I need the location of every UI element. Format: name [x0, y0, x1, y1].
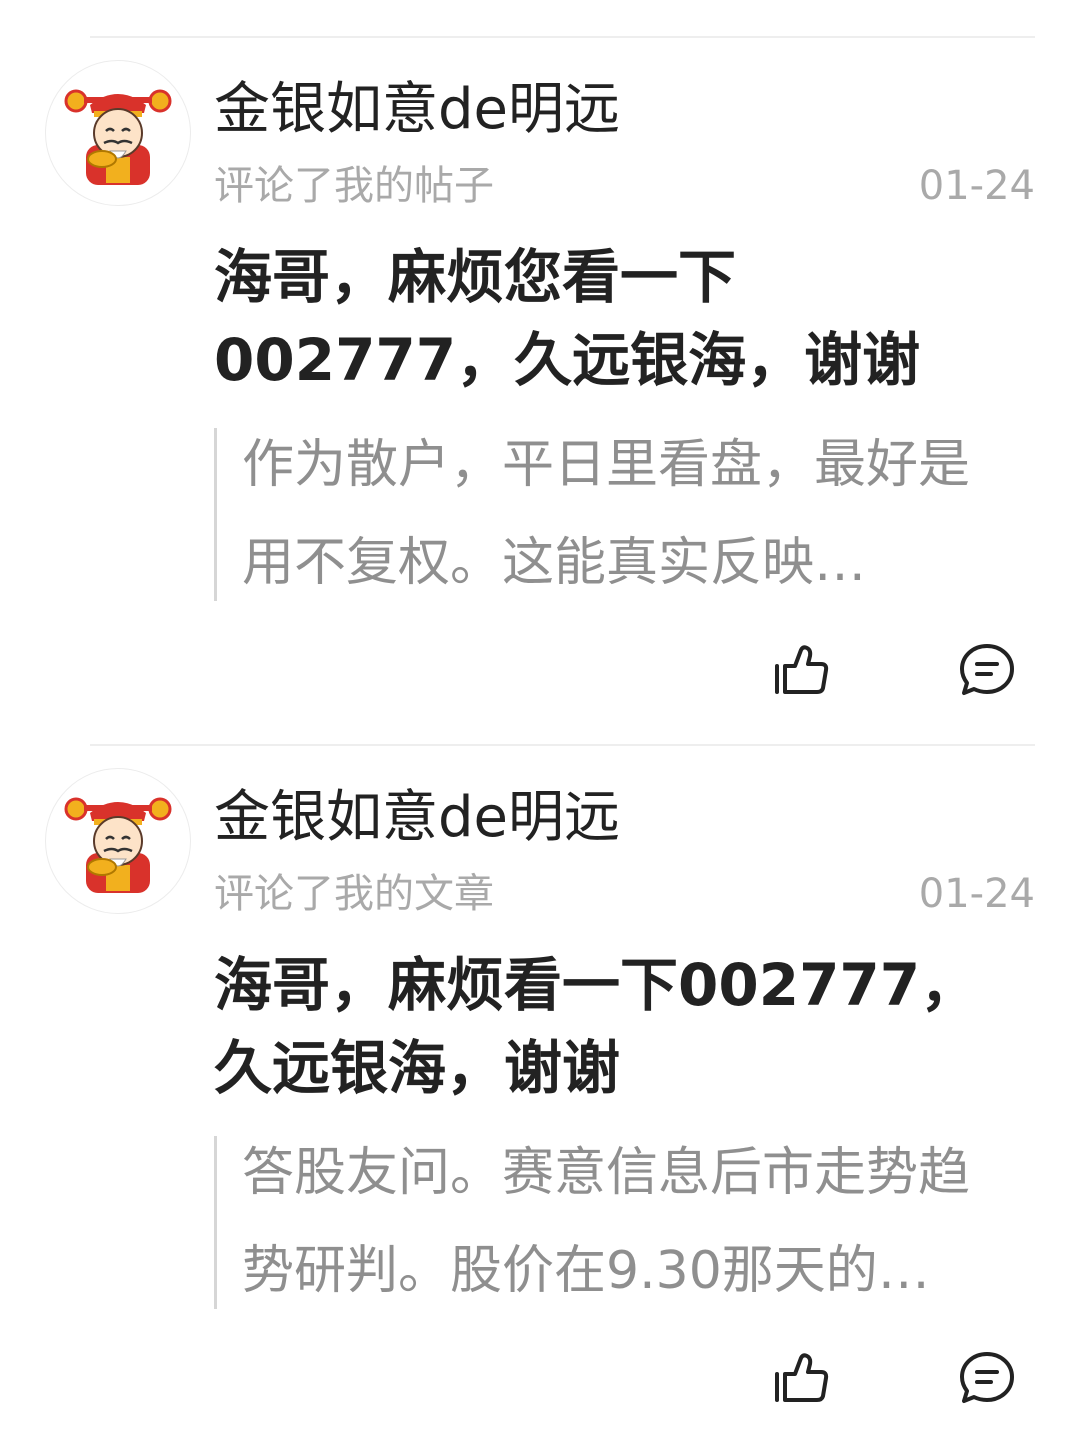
quoted-post-text: 作为散户，平日里看盘，最好是用不复权。这能真实反映…: [242, 435, 971, 593]
avatar[interactable]: [45, 60, 191, 206]
divider: [90, 36, 1035, 38]
notification-action: 评论了我的帖子: [214, 163, 494, 209]
divider: [90, 744, 1035, 746]
thumbs-up-icon: [775, 1353, 829, 1402]
comment-bubble-icon: [960, 644, 1014, 695]
notification-card[interactable]: 金银如意de明远 评论了我的帖子 01-24 海哥，麻烦您看一下002777，久…: [0, 36, 1080, 744]
notification-action: 评论了我的文章: [214, 871, 494, 917]
comment-text[interactable]: 海哥，麻烦您看一下002777，久远银海，谢谢: [214, 236, 994, 402]
author-name[interactable]: 金银如意de明远: [214, 778, 620, 858]
notification-date: 01-24: [918, 871, 1035, 917]
avatar[interactable]: [45, 768, 191, 914]
like-button[interactable]: [771, 1348, 831, 1408]
god-of-wealth-avatar-icon: [64, 797, 172, 893]
notification-date: 01-24: [918, 163, 1035, 209]
god-of-wealth-avatar-icon: [64, 89, 172, 185]
like-button[interactable]: [771, 640, 831, 700]
notification-card[interactable]: 金银如意de明远 评论了我的文章 01-24 海哥，麻烦看一下002777，久远…: [0, 744, 1080, 1452]
reply-button[interactable]: [957, 640, 1017, 700]
reply-button[interactable]: [957, 1348, 1017, 1408]
comment-text[interactable]: 海哥，麻烦看一下002777，久远银海，谢谢: [214, 944, 994, 1110]
comment-bubble-icon: [960, 1352, 1014, 1403]
thumbs-up-icon: [775, 645, 829, 694]
quoted-post-text: 答股友问。赛意信息后市走势趋势研判。股价在9.30那天的…: [242, 1143, 971, 1301]
author-name[interactable]: 金银如意de明远: [214, 70, 620, 150]
quoted-post[interactable]: 作为散户，平日里看盘，最好是用不复权。这能真实反映…: [214, 428, 1004, 601]
quoted-post[interactable]: 答股友问。赛意信息后市走势趋势研判。股价在9.30那天的…: [214, 1136, 1004, 1309]
notification-feed: 金银如意de明远 评论了我的帖子 01-24 海哥，麻烦您看一下002777，久…: [0, 0, 1080, 1436]
